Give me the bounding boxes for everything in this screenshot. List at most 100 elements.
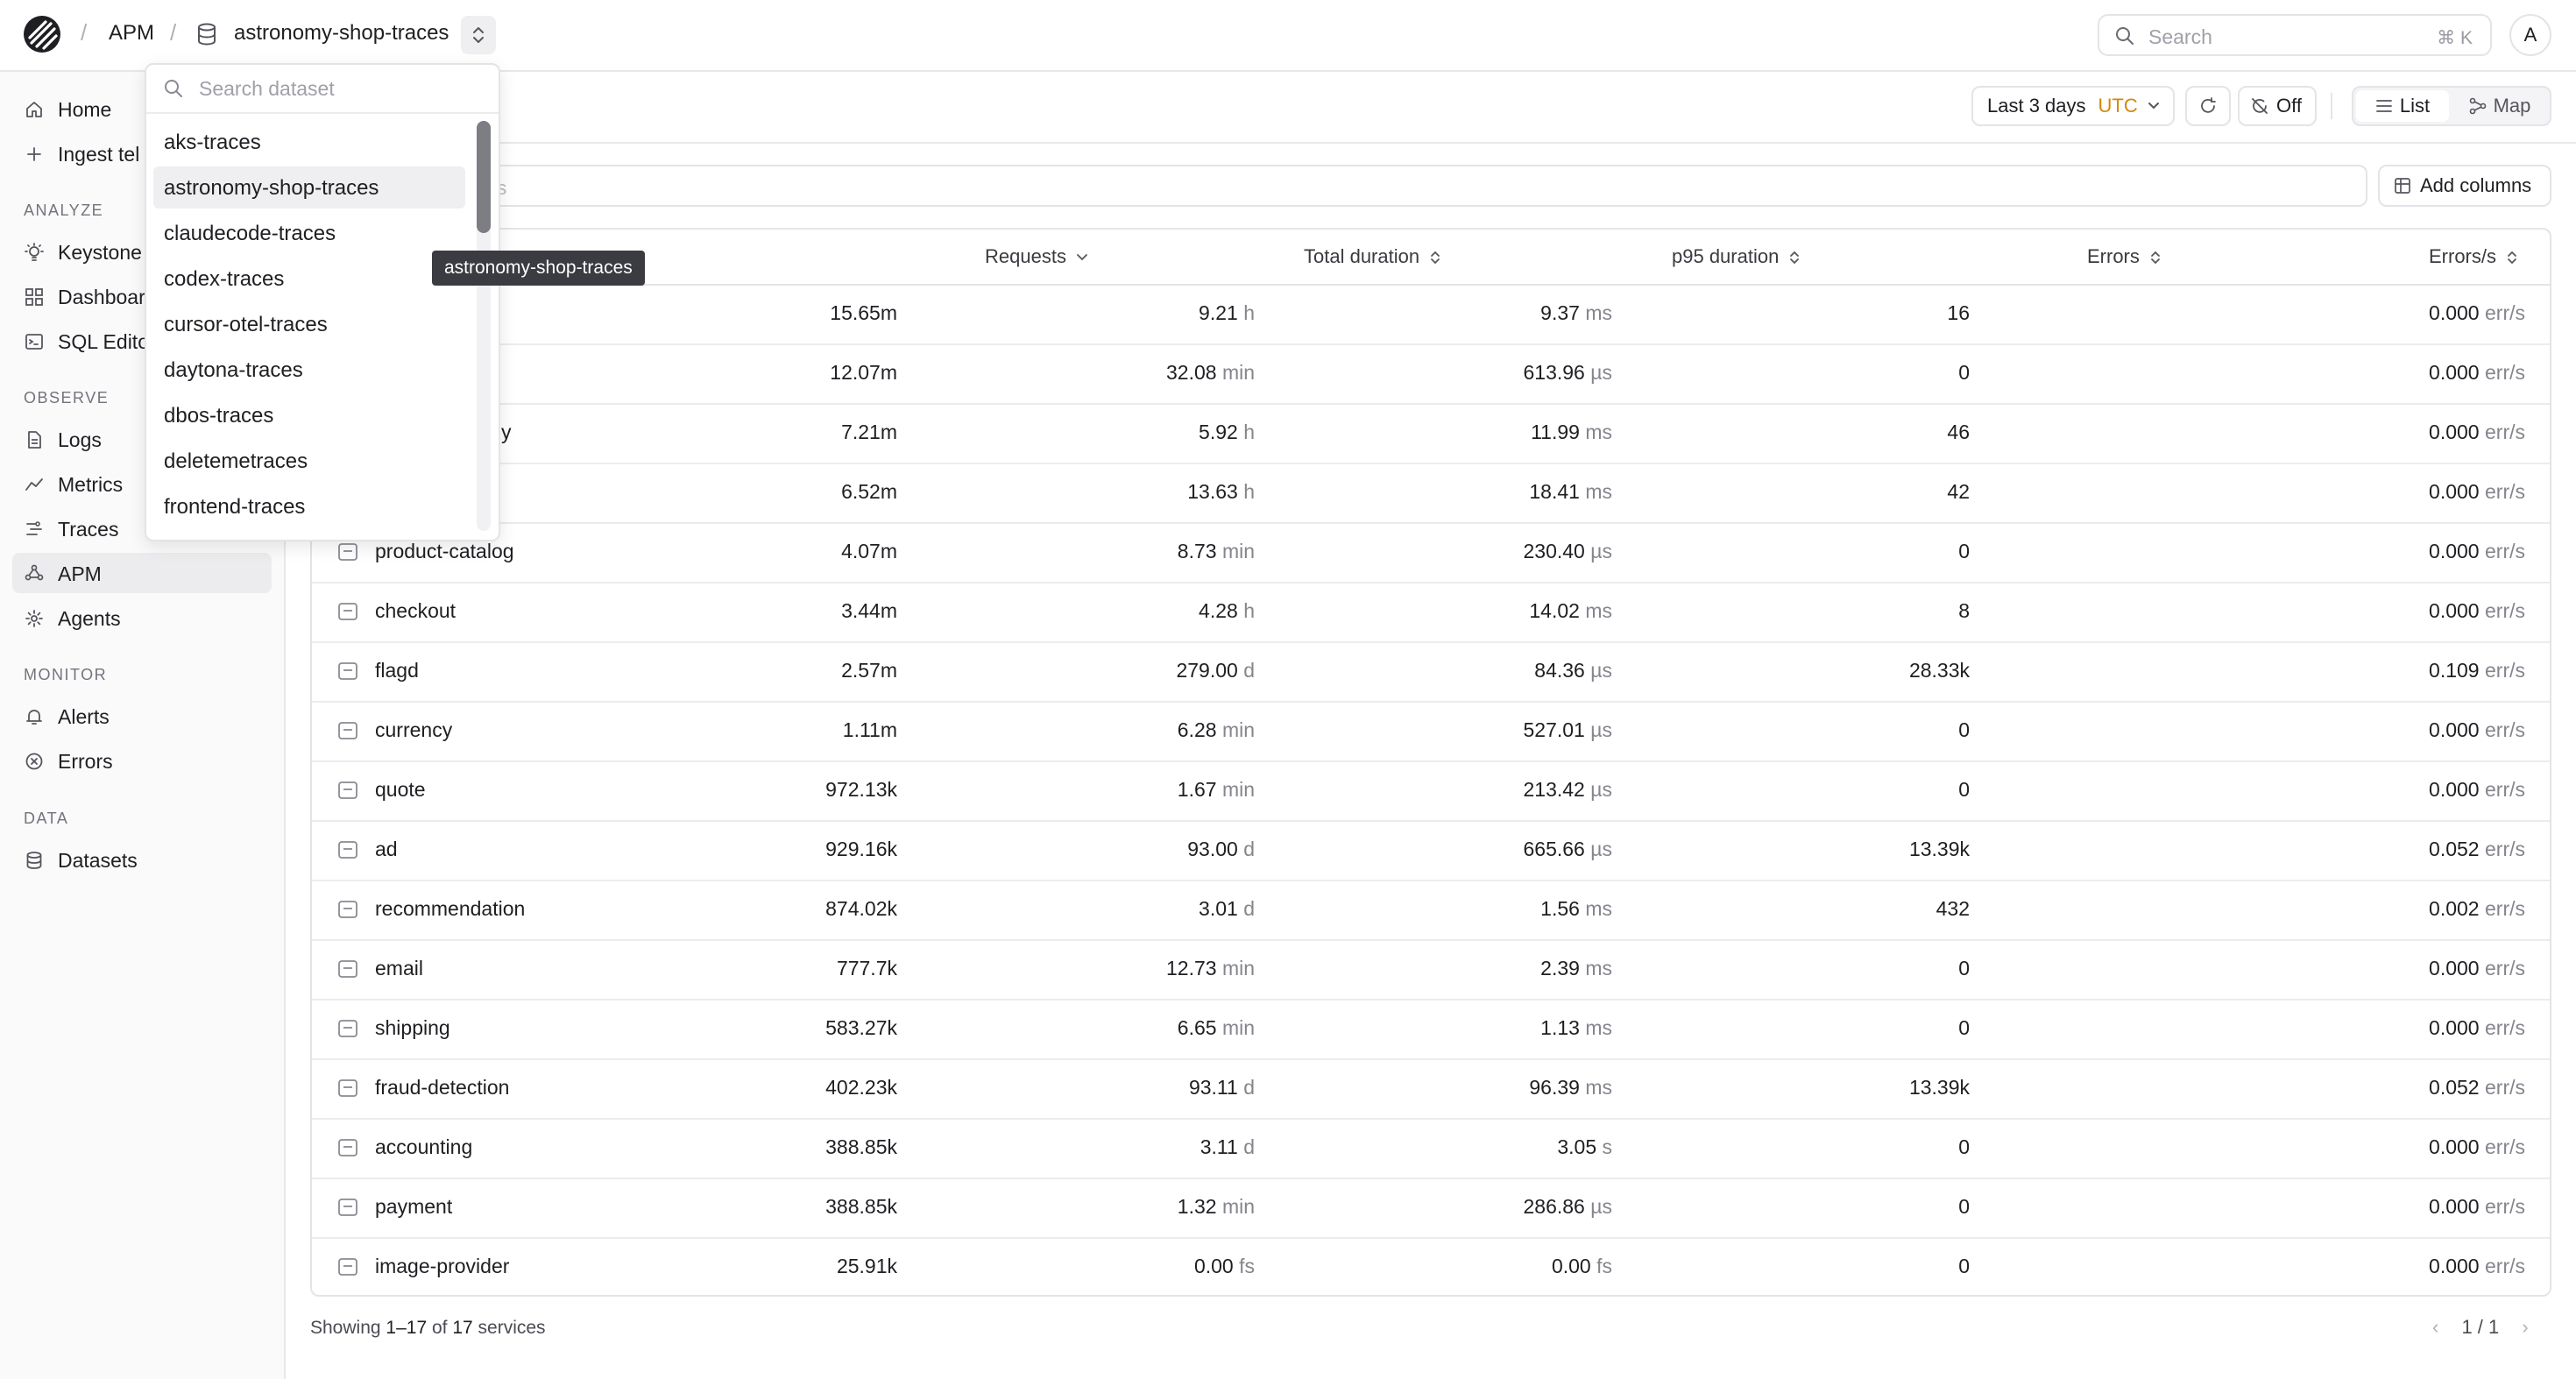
list-icon <box>2375 100 2392 112</box>
refresh-button[interactable] <box>2185 86 2231 126</box>
errors-per-second-cell: 0.002 err/s <box>2429 897 2525 920</box>
dataset-option[interactable]: frontend-traces <box>153 485 465 527</box>
total-duration-cell: 32.08 min <box>1165 361 1255 384</box>
service-name[interactable]: y <box>501 421 512 444</box>
auto-refresh-button[interactable]: Off <box>2238 86 2317 126</box>
breadcrumb-apm[interactable]: APM <box>109 21 154 46</box>
add-columns-button[interactable]: Add columns <box>2378 165 2551 207</box>
chevron-right-icon[interactable]: › <box>2522 1316 2528 1338</box>
requests-cell: 388.85k <box>825 1195 897 1218</box>
table-row[interactable]: ad 929.16k 93.00 d 665.66 µs 13.39k 0.052 err… <box>312 820 2550 881</box>
p95-duration-cell: 96.39 ms <box>1529 1076 1612 1099</box>
service-name[interactable]: ad <box>375 838 398 861</box>
service-name[interactable]: fraud-detection <box>375 1076 509 1100</box>
errors-cell: 28.33k <box>1908 659 1970 682</box>
service-name[interactable]: email <box>375 957 423 980</box>
service-name[interactable]: flagd <box>375 659 419 682</box>
table-row[interactable]: 15.65m 9.21 h 9.37 ms 16 0.000 err/s <box>312 284 2550 345</box>
table-row[interactable]: flagd 2.57m 279.00 d 84.36 µs 28.33k 0.109 er… <box>312 641 2550 703</box>
total-duration-cell: 9.21 h <box>1199 301 1255 324</box>
p95-duration-cell: 9.37 ms <box>1540 301 1612 324</box>
service-name[interactable]: currency <box>375 718 452 742</box>
sidebar-item-datasets[interactable]: Datasets <box>12 839 272 880</box>
service-name[interactable]: checkout <box>375 599 456 623</box>
time-range-button[interactable]: Last 3 days UTC <box>1971 86 2175 126</box>
section-heading-monitor: MONITOR <box>24 666 108 683</box>
avatar[interactable]: A <box>2509 14 2551 56</box>
dataset-option[interactable]: codex-traces <box>153 258 465 300</box>
dataset-option[interactable]: claudecode-traces <box>153 212 465 254</box>
view-list-button[interactable]: List <box>2356 90 2449 122</box>
monitor-icon <box>338 1020 357 1037</box>
table-row[interactable]: recommendation 874.02k 3.01 d 1.56 ms 432 0.0… <box>312 880 2550 941</box>
services-table: Requests Total duration p95 duration Err… <box>310 228 2551 1297</box>
toolbar-divider-line <box>286 142 2576 144</box>
chevron-left-icon[interactable]: ‹ <box>2432 1316 2438 1338</box>
logo-icon[interactable] <box>23 15 61 53</box>
table-row[interactable]: y 7.21m 5.92 h 11.99 ms 46 0.000 err/s <box>312 403 2550 464</box>
errors-cell: 0 <box>1958 718 1970 741</box>
service-name[interactable]: shipping <box>375 1016 450 1040</box>
table-row[interactable]: quote 972.13k 1.67 min 213.42 µs 0 0.000 err/… <box>312 760 2550 822</box>
table-row[interactable]: shipping 583.27k 6.65 min 1.13 ms 0 0.000 err… <box>312 999 2550 1060</box>
gear-icon <box>25 610 43 627</box>
requests-cell: 388.85k <box>825 1135 897 1158</box>
service-name[interactable]: image-provider <box>375 1255 509 1278</box>
requests-cell: 4.07m <box>841 540 897 562</box>
dataset-option[interactable]: daytona-traces <box>153 349 465 391</box>
errors-per-second-cell: 0.000 err/s <box>2429 778 2525 801</box>
column-header-errors[interactable]: Errors <box>2087 245 2162 268</box>
column-header-errors-per-second[interactable]: Errors/s <box>2429 245 2519 268</box>
service-name[interactable]: payment <box>375 1195 452 1219</box>
table-row[interactable]: currency 1.11m 6.28 min 527.01 µs 0 0.000 err… <box>312 701 2550 762</box>
table-row[interactable]: 12.07m 32.08 min 613.96 µs 0 0.000 err/s <box>312 343 2550 405</box>
table-row[interactable]: email 777.7k 12.73 min 2.39 ms 0 0.000 err/s <box>312 939 2550 1001</box>
service-name[interactable]: accounting <box>375 1135 472 1159</box>
p95-duration-cell: 11.99 ms <box>1531 421 1612 443</box>
total-duration-cell: 13.63 h <box>1187 480 1255 503</box>
service-name[interactable]: quote <box>375 778 426 802</box>
refresh-off-icon <box>2252 98 2268 114</box>
table-row[interactable]: payment 388.85k 1.32 min 286.86 µs 0 0.000 er… <box>312 1177 2550 1239</box>
requests-cell: 3.44m <box>841 599 897 622</box>
table-row[interactable]: or6.52m13.63 h18.41 ms420.000 err/s <box>312 463 2550 524</box>
errors-cell: 13.39k <box>1908 1076 1970 1099</box>
table-row[interactable]: product-catalog 4.07m 8.73 min 230.40 µs 0 0.… <box>312 522 2550 583</box>
column-header-p95-duration[interactable]: p95 duration <box>1672 245 1801 268</box>
dataset-option[interactable]: deletemetraces <box>153 440 465 482</box>
dataset-option[interactable]: aks-traces <box>153 121 465 163</box>
monitor-icon <box>338 781 357 799</box>
errors-per-second-cell: 0.000 err/s <box>2429 301 2525 324</box>
sidebar-item-apm[interactable]: APM <box>12 553 272 593</box>
sidebar-item-agents[interactable]: Agents <box>12 598 272 638</box>
dataset-option[interactable]: astronomy-shop-traces <box>153 166 465 209</box>
dataset-option[interactable]: dbos-traces <box>153 394 465 436</box>
dataset-search-placeholder: Search dataset <box>199 77 335 100</box>
errors-cell: 0 <box>1958 361 1970 384</box>
table-row[interactable]: fraud-detection 402.23k 93.11 d 96.39 ms 13.… <box>312 1058 2550 1120</box>
errors-cell: 0 <box>1958 957 1970 979</box>
breadcrumb-dataset[interactable]: astronomy-shop-traces <box>234 21 449 46</box>
filter-services-input[interactable]: ces <box>308 165 2367 207</box>
requests-cell: 1.11m <box>842 718 897 741</box>
table-row[interactable]: checkout 3.44m 4.28 h 14.02 ms 8 0.000 err/s <box>312 582 2550 643</box>
table-row[interactable]: image-provider 25.91k 0.00 fs 0.00 fs 0 0.000… <box>312 1237 2550 1295</box>
view-toggle: List Map <box>2352 86 2551 126</box>
service-name[interactable]: product-catalog <box>375 540 514 563</box>
column-header-total-duration[interactable]: Total duration <box>1304 245 1442 268</box>
dataset-switcher-button[interactable] <box>461 16 496 54</box>
dataset-option[interactable]: cursor-otel-traces <box>153 303 465 345</box>
errors-cell: 13.39k <box>1908 838 1970 860</box>
global-search-input[interactable]: Search ⌘ K <box>2098 14 2492 56</box>
home-icon <box>26 102 42 117</box>
sidebar-item-errors[interactable]: Errors <box>12 740 272 781</box>
sidebar-item-alerts[interactable]: Alerts <box>12 696 272 736</box>
requests-cell: 7.21m <box>841 421 897 443</box>
dataset-search-input[interactable]: Search dataset <box>146 65 499 114</box>
dropdown-scrollbar-thumb[interactable] <box>477 121 491 233</box>
table-row[interactable]: accounting 388.85k 3.11 d 3.05 s 0 0.000 err/… <box>312 1118 2550 1179</box>
errors-per-second-cell: 0.000 err/s <box>2429 1195 2525 1218</box>
view-map-button[interactable]: Map <box>2452 90 2548 122</box>
column-header-requests[interactable]: Requests <box>985 245 1089 268</box>
service-name[interactable]: recommendation <box>375 897 525 921</box>
